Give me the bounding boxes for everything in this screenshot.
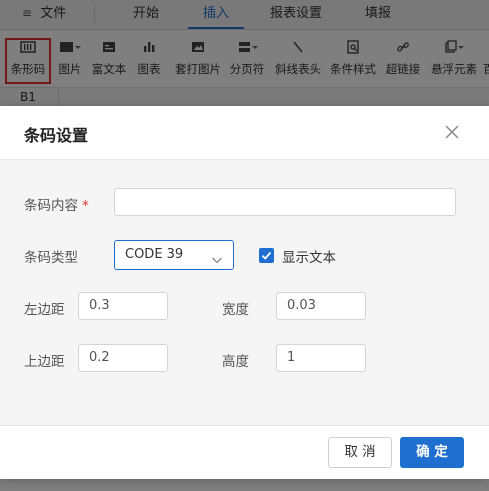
dialog-footer: 取 消 确 定 (0, 425, 489, 479)
height-label: 高度 (222, 354, 249, 370)
ok-button[interactable]: 确 定 (400, 437, 464, 468)
cancel-button[interactable]: 取 消 (328, 437, 392, 468)
barcode-type-value: CODE 39 (125, 247, 184, 262)
chevron-down-icon (211, 249, 223, 264)
top-margin-input[interactable]: 0.2 (78, 344, 168, 372)
width-input[interactable]: 0.03 (276, 292, 366, 320)
left-margin-label: 左边距 (24, 302, 65, 318)
required-mark: * (82, 198, 89, 214)
barcode-content-label: 条码内容 * (24, 194, 89, 214)
barcode-type-label: 条码类型 (24, 250, 78, 266)
dialog-header: 条码设置 (0, 106, 489, 160)
height-input[interactable]: 1 (276, 344, 366, 372)
width-label: 宽度 (222, 302, 249, 318)
close-icon[interactable] (440, 120, 464, 144)
show-text-checkbox[interactable] (259, 248, 274, 263)
barcode-content-input[interactable] (114, 188, 456, 216)
dialog-title: 条码设置 (24, 126, 89, 145)
top-margin-label: 上边距 (24, 354, 65, 370)
barcode-content-label-text: 条码内容 (24, 198, 78, 214)
show-text-label[interactable]: 显示文本 (282, 246, 336, 266)
barcode-settings-dialog: 条码设置 条码内容 * 条码类型 CODE 39 显示文本 左边距 0.3 宽度 … (0, 106, 489, 479)
barcode-type-select[interactable]: CODE 39 (114, 240, 234, 270)
left-margin-input[interactable]: 0.3 (78, 292, 168, 320)
